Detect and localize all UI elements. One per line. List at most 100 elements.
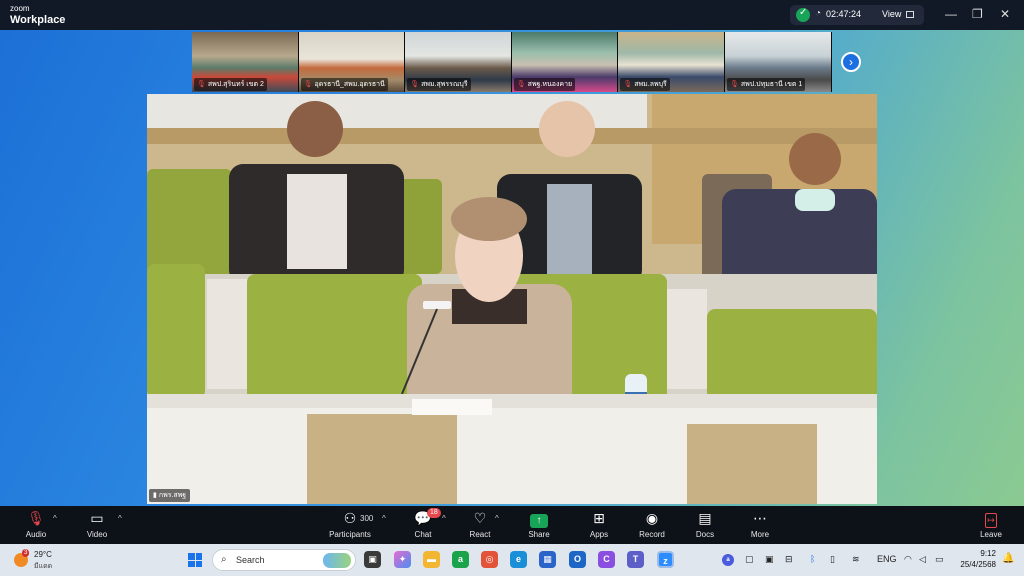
store-icon[interactable]: ▦: [539, 551, 556, 568]
wifi-icon[interactable]: ◠: [904, 554, 912, 565]
minimize-button[interactable]: —: [945, 7, 957, 21]
share-button[interactable]: ↑ Share: [509, 510, 569, 539]
close-button[interactable]: ✕: [1000, 7, 1010, 21]
tray-window-icon[interactable]: ▢: [745, 554, 754, 565]
shield-check-icon[interactable]: [796, 7, 810, 22]
chevron-right-icon: ›: [849, 55, 853, 69]
apps-label: Apps: [589, 530, 609, 539]
apps-button[interactable]: ⊞ Apps: [569, 510, 629, 539]
react-options-caret[interactable]: ^: [495, 514, 499, 523]
notification-bell-icon[interactable]: 🔔: [1002, 553, 1014, 564]
mic-off-icon: 🎙: [303, 81, 313, 88]
record-label: Record: [639, 530, 665, 539]
mic-off-icon: 🎙: [729, 81, 739, 88]
teams-icon[interactable]: T: [627, 551, 644, 568]
video-label: Video: [86, 530, 108, 539]
language-indicator[interactable]: ENG: [877, 554, 897, 564]
thumbnail-label: 🎙 สพม.สุพรรณบุรี: [407, 78, 471, 91]
participant-thumbnail[interactable]: 🎙 อุดรธานี_สพม.อุดรธานี: [298, 32, 406, 92]
edge-icon[interactable]: e: [510, 551, 527, 568]
line-app-icon[interactable]: a: [452, 551, 469, 568]
mic-muted-icon: 🎙: [27, 510, 45, 526]
weather-badge: 3: [22, 549, 30, 557]
document-icon: ▤: [698, 510, 712, 526]
participant-thumbnail[interactable]: 🎙 สพม.ลพบุรี: [618, 32, 725, 92]
heart-icon: ♡: [473, 510, 487, 526]
taskbar-search[interactable]: ⌕ Search: [212, 549, 356, 571]
mic-off-icon: 🎙: [516, 81, 526, 88]
more-button[interactable]: ⋯ More: [730, 510, 790, 539]
chrome-icon[interactable]: ◎: [481, 551, 498, 568]
video-options-caret[interactable]: ^: [118, 514, 122, 523]
volume-icon[interactable]: ◁: [919, 554, 926, 565]
thumbnail-label: 🎙 สพป.ปทุมธานี เขต 1: [726, 78, 806, 91]
canva-icon[interactable]: C: [598, 551, 615, 568]
restore-button[interactable]: ❐: [972, 7, 983, 21]
mic-off-icon: 🎙: [197, 81, 206, 88]
battery-icon[interactable]: ▭: [935, 554, 944, 565]
docs-button[interactable]: ▤ Docs: [675, 510, 735, 539]
meeting-timer: 02:47:24: [826, 9, 862, 19]
chat-unread-badge: 18: [427, 508, 441, 518]
clock-date: 25/4/2568: [960, 560, 996, 569]
thumbnail-label: 🎙 สพป.สุรินทร์ เขต 2: [194, 78, 267, 91]
video-frame: [147, 94, 877, 504]
brand-small: zoom: [10, 4, 30, 13]
docs-label: Docs: [695, 530, 715, 539]
timer-icon: ◔: [815, 8, 822, 19]
participant-thumbnail[interactable]: 🎙 สพม.สุพรรณบุรี: [405, 32, 512, 92]
tray-device-icon[interactable]: ▯: [830, 554, 835, 565]
title-bar: zoom Workplace ◔ 02:47:24 View — ❐ ✕: [0, 0, 1024, 30]
more-label: More: [750, 530, 770, 539]
tray-app-icon[interactable]: a: [722, 554, 734, 566]
speaker-label: ▮ กพร.สพฐ: [149, 489, 191, 502]
apps-grid-icon: ⊞: [593, 510, 605, 526]
mic-off-icon: 🎙: [623, 81, 633, 88]
bluetooth-icon[interactable]: ᛒ: [810, 554, 815, 564]
file-explorer-icon[interactable]: ▬: [423, 551, 440, 568]
search-placeholder: Search: [236, 555, 265, 565]
meeting-info-pill[interactable]: ◔ 02:47:24 View: [790, 5, 924, 25]
record-button[interactable]: ◉ Record: [622, 510, 682, 539]
share-screen-icon: ↑: [530, 514, 548, 528]
react-button[interactable]: ♡ React: [450, 510, 510, 539]
thumbnail-label: 🎙 สพม.ลพบุรี: [620, 78, 670, 91]
react-label: React: [469, 530, 491, 539]
search-icon: ⌕: [221, 554, 227, 565]
participant-thumbnail[interactable]: 🎙 สพฐ.หนองคาย: [511, 32, 619, 92]
view-button[interactable]: View: [882, 9, 901, 19]
share-label: Share: [528, 530, 550, 539]
participants-options-caret[interactable]: ^: [382, 514, 386, 523]
participant-thumbnail[interactable]: 🎙 สพป.ปทุมธานี เขต 1: [724, 32, 832, 92]
outlook-icon[interactable]: O: [569, 551, 586, 568]
zoom-taskbar-icon[interactable]: z: [657, 551, 674, 568]
record-icon: ◉: [645, 510, 659, 526]
weather-description: มีแดด: [34, 563, 53, 570]
leave-button[interactable]: ↦ Leave: [961, 510, 1021, 539]
search-highlight-art: [323, 553, 351, 568]
more-dots-icon: ⋯: [753, 510, 767, 526]
tray-app-icon[interactable]: ▣: [765, 554, 774, 565]
audio-button[interactable]: 🎙 Audio: [6, 510, 66, 539]
tray-app-icon[interactable]: ⊟: [785, 554, 793, 565]
copilot-icon[interactable]: ✦: [394, 551, 411, 568]
mic-off-icon: 🎙: [410, 81, 420, 88]
system-clock[interactable]: 9:12 25/4/2568: [952, 548, 996, 570]
brand-big: Workplace: [10, 14, 66, 26]
os-taskbar: 3 29°C มีแดด ⌕ Search ▣ ✦ ▬ a ◎ e ▦ O C …: [0, 544, 1024, 576]
audio-label: Audio: [25, 530, 47, 539]
leave-door-icon: ↦: [985, 513, 997, 528]
chat-options-caret[interactable]: ^: [442, 514, 446, 523]
main-speaker-video[interactable]: ▮ กพร.สพฐ: [147, 94, 877, 504]
audio-options-caret[interactable]: ^: [53, 514, 57, 523]
leave-label: Leave: [980, 530, 1002, 539]
temperature: 29°C: [34, 550, 52, 559]
view-grid-icon[interactable]: [906, 11, 914, 18]
thumbnail-label: 🎙 อุดรธานี_สพม.อุดรธานี: [300, 78, 388, 91]
next-page-button[interactable]: ›: [841, 52, 861, 72]
task-view-icon[interactable]: ▣: [364, 551, 381, 568]
participant-thumbnails: 🎙 สพป.สุรินทร์ เขต 2 🎙 อุดรธานี_สพม.อุดรธา…: [192, 32, 832, 92]
participant-thumbnail[interactable]: 🎙 สพป.สุรินทร์ เขต 2: [192, 32, 299, 92]
start-button[interactable]: [188, 553, 202, 567]
tray-network-app-icon[interactable]: ≋: [852, 554, 860, 565]
